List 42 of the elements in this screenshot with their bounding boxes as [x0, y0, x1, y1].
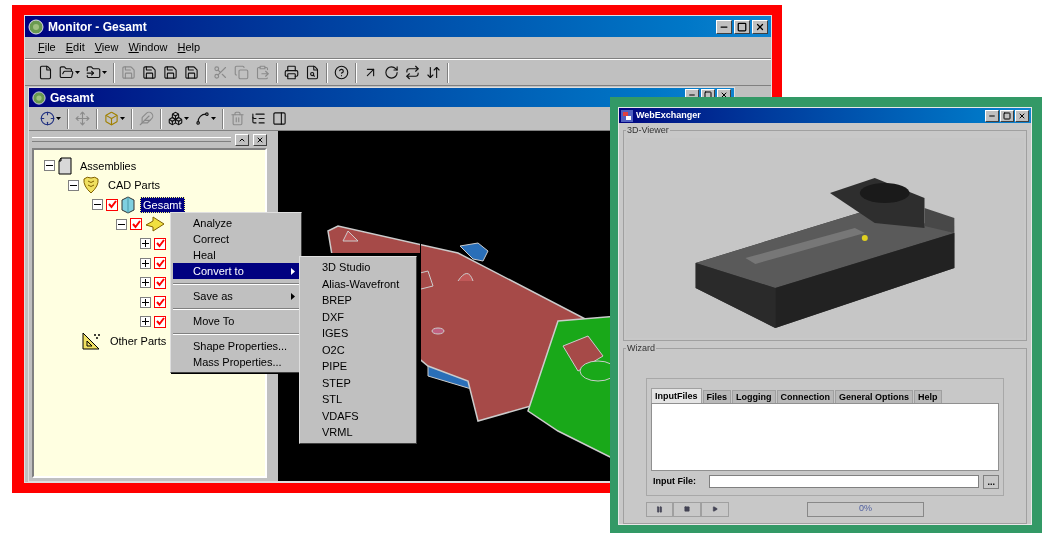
menu-item[interactable]: VDAFS — [302, 407, 414, 424]
tab[interactable]: InputFiles — [651, 387, 702, 403]
tab[interactable]: General Options — [835, 389, 914, 403]
window-title: WebExchanger — [636, 108, 701, 122]
menu-item[interactable]: Correct — [173, 231, 299, 247]
menu-item[interactable]: Analyze — [173, 215, 299, 231]
group-label: Wizard — [626, 342, 656, 355]
menu-item[interactable]: View — [91, 39, 122, 56]
menu-item[interactable]: Shape Properties... — [173, 338, 299, 354]
menu-item[interactable]: Heal — [173, 247, 299, 263]
tree-item[interactable]: Other Parts — [107, 333, 170, 350]
tree-item[interactable]: Gesamt — [140, 196, 185, 213]
menu-item[interactable]: DXF — [302, 308, 414, 325]
menu-item[interactable]: IGES — [302, 325, 414, 342]
menu-item[interactable]: Help — [174, 39, 204, 56]
menu-item[interactable]: Window — [125, 39, 171, 56]
menu-item[interactable]: STL — [302, 391, 414, 408]
window-title: Gesamt — [50, 89, 95, 107]
menu-item[interactable]: PIPE — [302, 358, 414, 375]
browse-button[interactable]: ... — [983, 474, 999, 489]
menu-item[interactable]: Save as — [173, 288, 299, 304]
menu-item[interactable]: 3D Studio — [302, 259, 414, 276]
menu-item[interactable]: Move To — [173, 313, 299, 329]
tree-item[interactable]: CAD Parts — [105, 177, 163, 194]
menu-item[interactable]: O2C — [302, 341, 414, 358]
tab[interactable]: Logging — [732, 389, 776, 403]
progress-reading: 0% — [858, 502, 873, 516]
tab[interactable]: Files — [702, 389, 731, 403]
menu-item[interactable]: Mass Properties... — [173, 354, 299, 370]
menu-item[interactable]: BREP — [302, 292, 414, 309]
menu-item[interactable]: STEP — [302, 374, 414, 391]
window-title: Monitor - Gesamt — [48, 18, 147, 36]
tab[interactable]: Connection — [776, 389, 834, 403]
field-label: Input File: — [652, 474, 697, 488]
menu-item[interactable]: File — [35, 39, 59, 56]
menu-item[interactable]: VRML — [302, 424, 414, 441]
menu-item[interactable]: Alias-Wavefront — [302, 275, 414, 292]
tab[interactable]: Help — [914, 389, 942, 403]
tree-item[interactable]: Assemblies — [77, 157, 140, 174]
menu-item[interactable]: Convert to — [173, 263, 299, 279]
menu-item[interactable]: Edit — [62, 39, 88, 56]
group-label: 3D-Viewer — [626, 124, 670, 137]
